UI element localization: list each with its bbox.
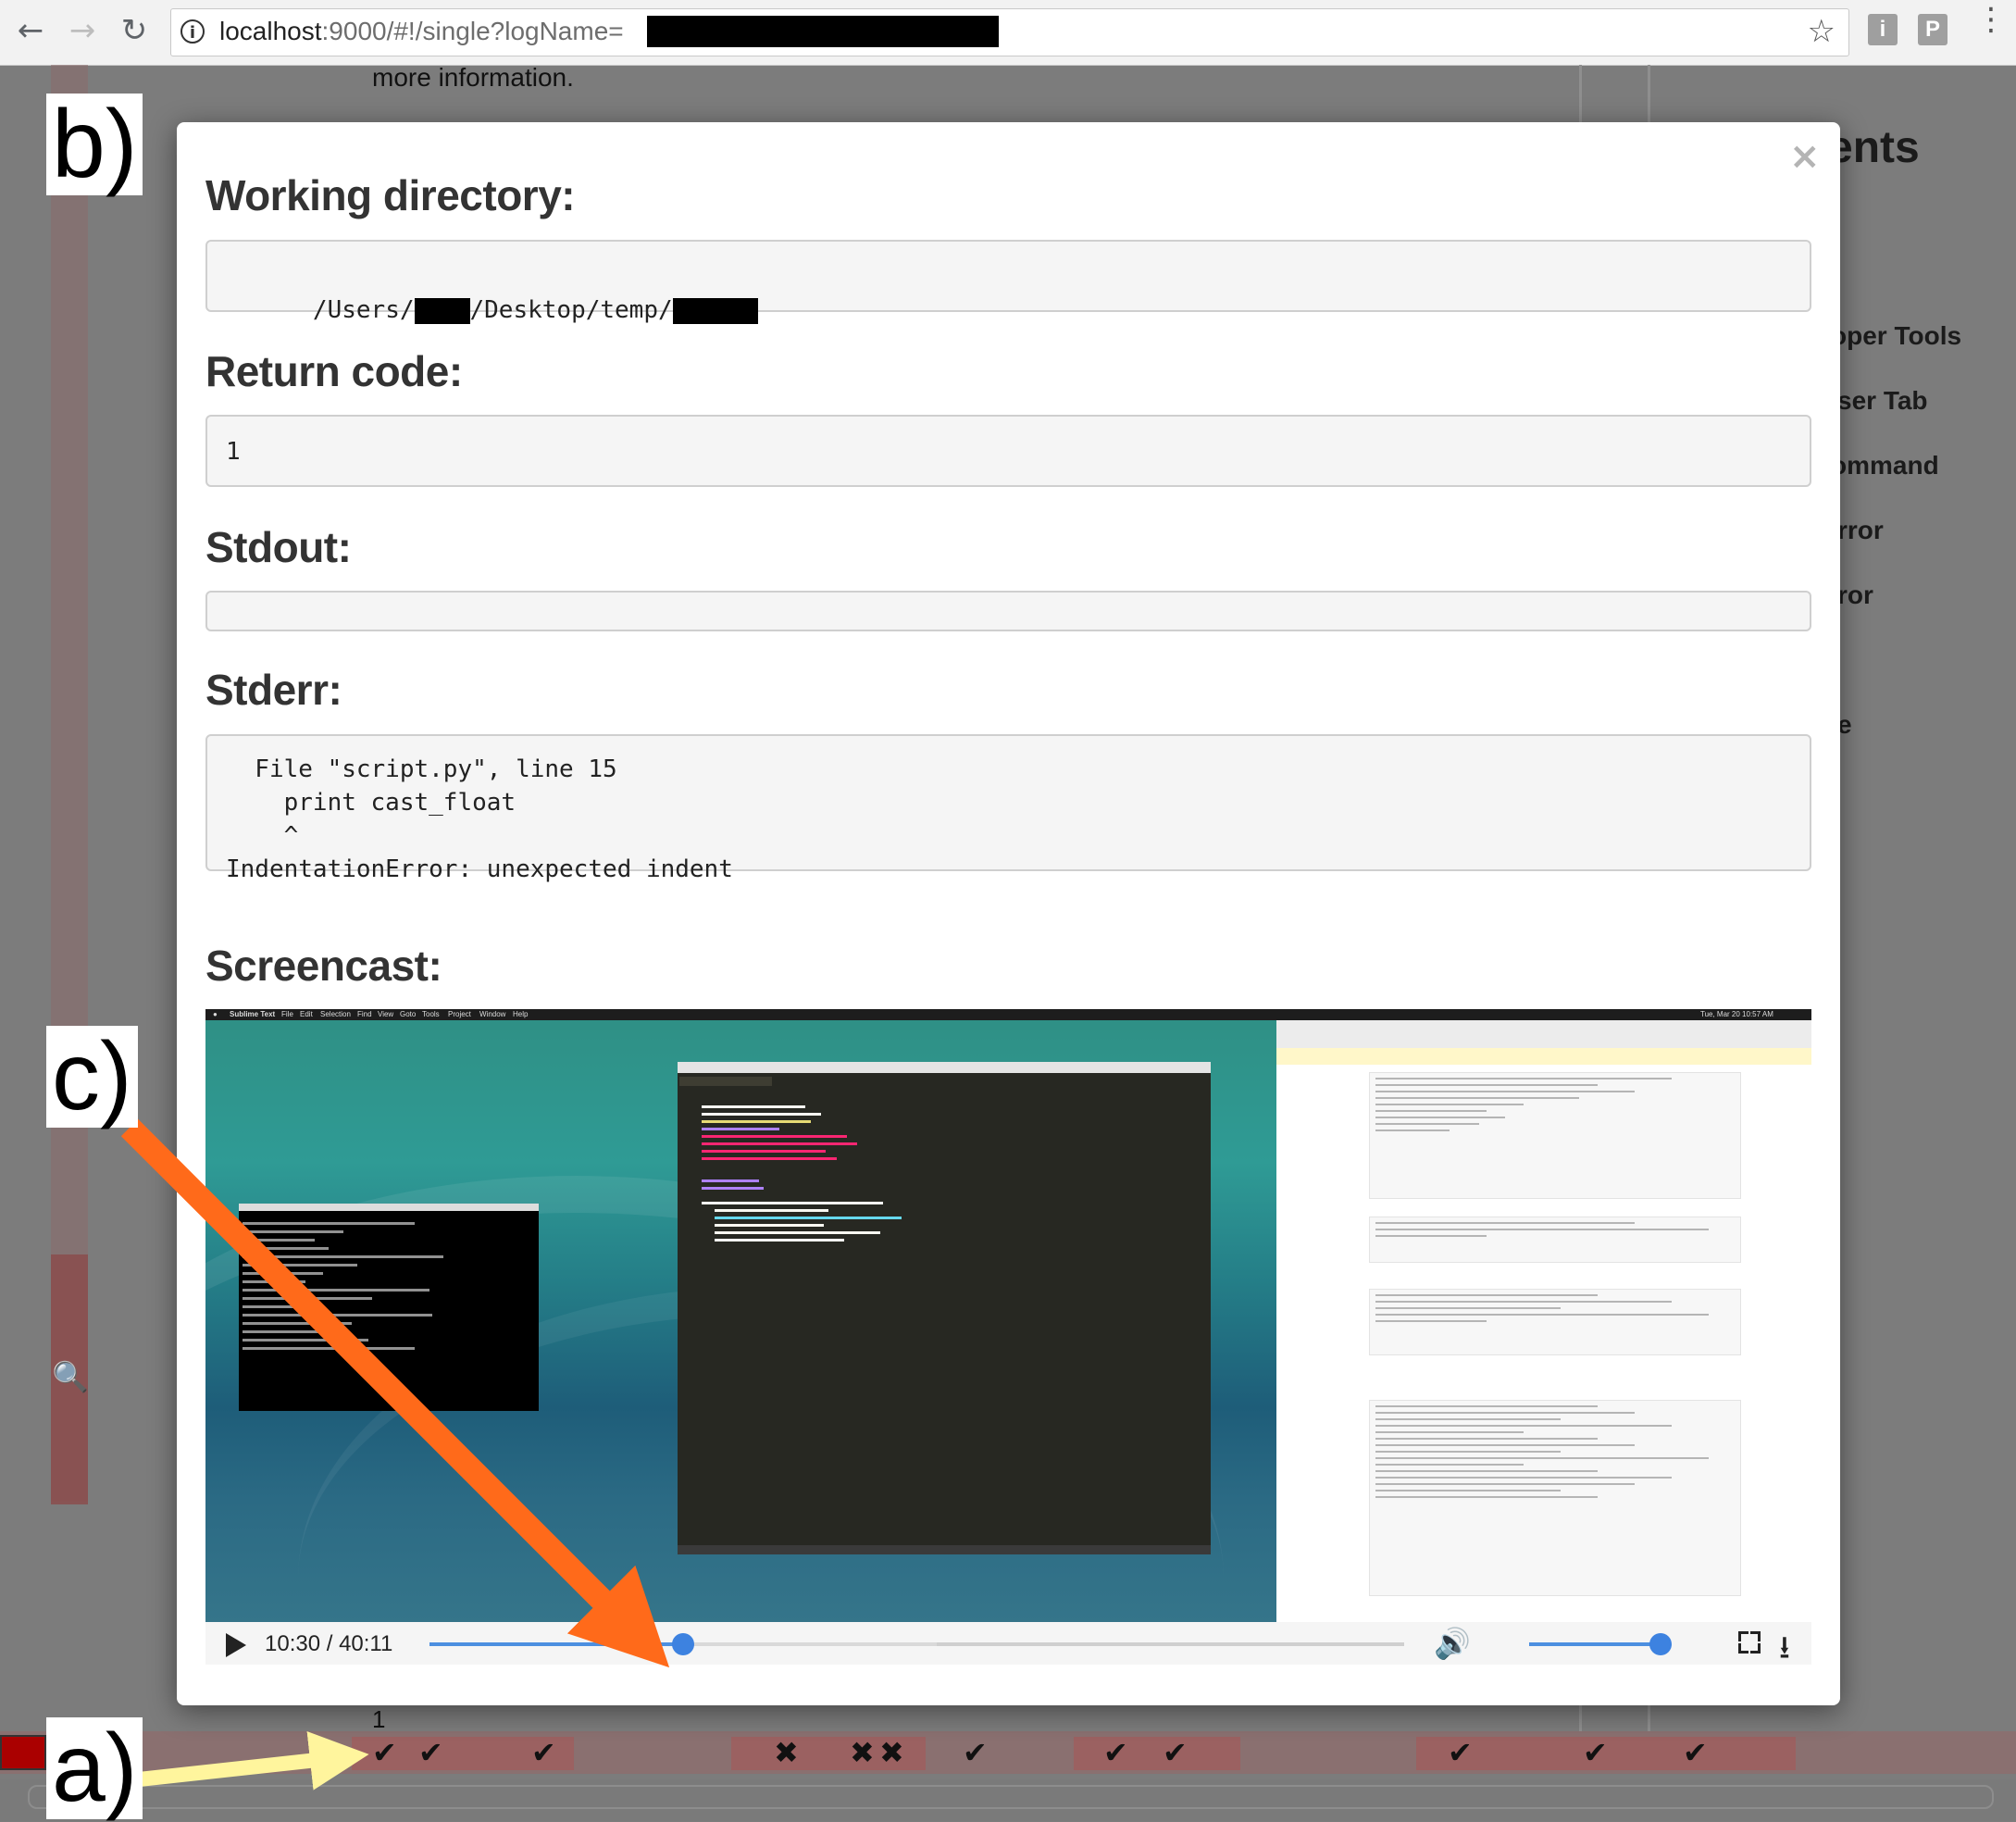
annotation-label-b: b)	[46, 94, 143, 195]
arrow-c	[120, 1118, 670, 1668]
annotation-label-c: c)	[46, 1026, 138, 1128]
arrow-a	[138, 1731, 369, 1791]
annotation-arrows	[120, 1118, 670, 1791]
annotation-label-a: a)	[46, 1717, 143, 1819]
